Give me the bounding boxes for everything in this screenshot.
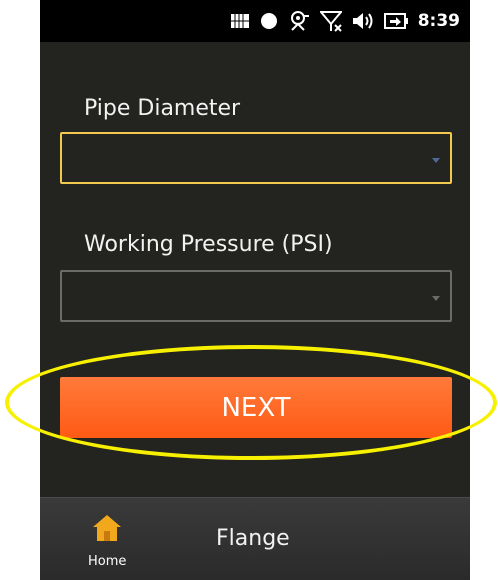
next-button[interactable]: NEXT — [60, 377, 452, 438]
device-screen: 8:39 Pipe Diameter Working Pressure (PSI… — [40, 0, 470, 580]
battery-icon — [383, 12, 408, 30]
pipe-diameter-label: Pipe Diameter — [84, 96, 241, 121]
home-icon — [92, 514, 122, 546]
next-button-label: NEXT — [221, 392, 291, 423]
gps-icon — [288, 10, 310, 32]
bottom-bar: Home Flange — [40, 497, 470, 580]
status-bar: 8:39 — [40, 0, 470, 42]
pipe-diameter-select[interactable] — [60, 132, 452, 184]
no-signal-icon — [319, 10, 342, 32]
chevron-down-icon — [432, 296, 440, 301]
home-tab[interactable]: Home — [40, 498, 185, 580]
record-dot-icon — [260, 12, 278, 30]
chevron-down-icon — [432, 158, 440, 163]
working-pressure-select[interactable] — [60, 270, 452, 322]
working-pressure-label: Working Pressure (PSI) — [84, 232, 333, 257]
page-title: Flange — [216, 526, 290, 551]
home-label: Home — [88, 554, 127, 569]
grid-status-icon — [230, 12, 250, 30]
volume-icon — [352, 11, 374, 31]
status-time: 8:39 — [417, 11, 460, 31]
